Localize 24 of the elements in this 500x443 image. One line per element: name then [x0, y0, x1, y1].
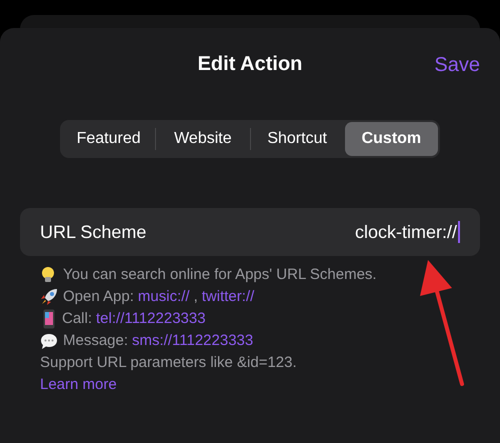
link[interactable]: Learn more — [40, 374, 117, 396]
link[interactable]: sms://1112223333 — [132, 330, 254, 352]
help-text: Open App: — [63, 286, 134, 307]
help-text: , — [194, 286, 198, 307]
url-scheme-field[interactable]: URL Scheme clock-timer:// — [20, 208, 480, 256]
speech-bubble-icon — [40, 332, 58, 350]
help-text: Message: — [63, 330, 128, 351]
save-button[interactable]: Save — [434, 50, 480, 80]
link[interactable]: tel://1112223333 — [96, 308, 206, 330]
help-text: Support URL parameters like &id=123. — [40, 352, 297, 373]
field-value: clock-timer:// — [354, 220, 457, 244]
segment-tab[interactable]: Shortcut — [250, 122, 344, 156]
lightbulb-icon — [40, 266, 56, 284]
segment-tab[interactable]: Featured — [62, 122, 156, 156]
mobile-phone-icon — [43, 309, 55, 329]
segment-tab[interactable]: Website — [156, 122, 250, 156]
link[interactable]: music:// — [138, 286, 190, 308]
help-text: Call: — [62, 308, 92, 329]
help-text: You can search online for Apps' URL Schemes. — [63, 264, 377, 285]
field-label: URL Scheme — [40, 220, 146, 244]
segment-tab[interactable]: Custom — [344, 122, 438, 156]
link[interactable]: twitter:// — [202, 286, 254, 308]
sheet-title: Edit Action — [198, 52, 302, 77]
rocket-icon — [40, 288, 58, 306]
